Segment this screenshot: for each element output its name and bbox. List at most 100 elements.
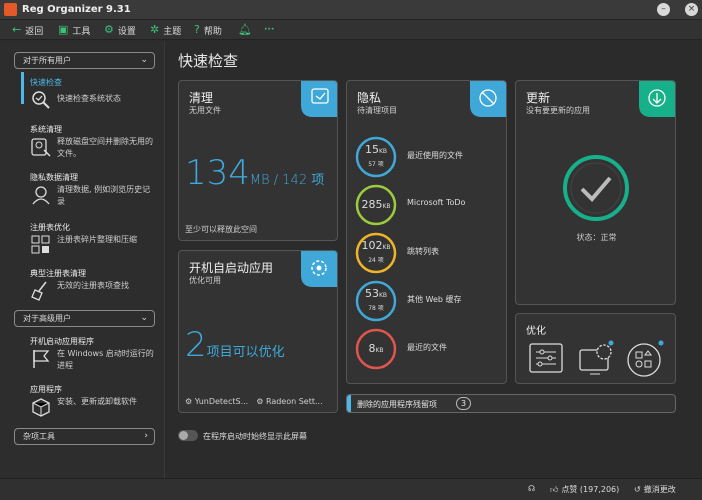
help-label: 帮助 [203, 26, 222, 37]
update-status: 状态：正常 [576, 233, 617, 242]
privacy-row-label: 跳转列表 [407, 247, 439, 256]
sidebar-item-desc: 快速检查系统状态 [57, 94, 121, 103]
apps-grid-icon[interactable] [624, 340, 664, 378]
support-button[interactable]: ☊ [528, 484, 535, 493]
sidebar-item-title: 快速检查 [30, 78, 62, 87]
title-bar: Reg Organizer 9.31 – × [0, 0, 702, 20]
section-all-users[interactable]: 对于所有用户 ⌄ [14, 52, 155, 69]
ring-count: 24 项 [368, 257, 384, 264]
theme-button[interactable]: ✲ 主题 [150, 23, 181, 37]
startup-value: 2项目可以优化 [185, 325, 285, 365]
privacy-row[interactable]: 8KB 最近的文件 [355, 328, 505, 370]
clean-value-unit: MB / 142 项 [249, 173, 325, 188]
privacy-row[interactable]: 102KB 24 项 跳转列表 [355, 232, 505, 274]
privacy-row[interactable]: 15KB 57 项 最近使用的文件 [355, 136, 505, 178]
ring-count: 57 项 [368, 161, 384, 168]
startup-subtitle: 优化可用 [189, 276, 221, 285]
ring-value: 285KB [361, 198, 391, 211]
status-bar: ☊ 👍︎ 点赞 (197,206) ↺ 撤消更改 [0, 478, 702, 500]
package-box-icon [32, 398, 50, 417]
gear-icon: ⚙ [104, 23, 114, 36]
update-download-icon [639, 81, 675, 117]
privacy-row-label: Microsoft ToDo [407, 198, 466, 207]
section-misc[interactable]: 杂项工具 › [14, 428, 155, 445]
update-subtitle: 没有要更新的应用 [526, 106, 590, 115]
clean-title: 清理 [189, 91, 214, 105]
startup-app[interactable]: ⚙ Radeon Sett... [256, 397, 322, 406]
section-all-users-label: 对于所有用户 [23, 56, 71, 65]
magnifier-check-icon [32, 91, 50, 109]
notifications-button[interactable]: 🔔︎ [238, 23, 252, 37]
more-label: ··· [264, 25, 275, 35]
undo-changes-button[interactable]: ↺ 撤消更改 [634, 484, 676, 495]
startup-flag-icon [33, 350, 50, 368]
sidebar-item-system-clean[interactable]: 系统清理 释放磁盘空间并删除无用的文件。 [30, 124, 160, 160]
more-button[interactable]: ··· [264, 23, 274, 37]
section-misc-label: 杂项工具 [23, 432, 55, 441]
privacy-title: 隐私 [357, 91, 382, 105]
startup-title: 开机自启动应用 [189, 261, 274, 275]
back-button[interactable]: ← 返回 [12, 23, 43, 37]
update-card[interactable]: 更新 没有要更新的应用 状态：正常 [515, 80, 676, 305]
minimize-button[interactable]: – [657, 3, 670, 16]
clean-value-number: 134 [185, 153, 250, 193]
section-advanced-label: 对于高级用户 [23, 314, 71, 323]
clean-brush-icon [301, 81, 337, 117]
optimize-title: 优化 [526, 326, 546, 337]
ring-value: 15KB [364, 143, 388, 156]
like-button[interactable]: 👍︎ 点赞 (197,206) [550, 484, 619, 495]
theme-label: 主题 [163, 26, 182, 37]
show-on-startup-toggle[interactable] [178, 430, 198, 441]
tools-button[interactable]: ▣ 工具 [58, 23, 90, 37]
clean-value: 134MB / 142 项 [185, 153, 324, 193]
privacy-row[interactable]: 53KB 78 项 其他 Web 缓存 [355, 280, 505, 322]
startup-value-number: 2 [185, 325, 207, 365]
startup-app[interactable]: ⚙ YunDetectS... [185, 397, 248, 406]
chevron-right-icon: › [144, 431, 148, 441]
clean-subtitle: 无用文件 [189, 106, 221, 115]
sidebar-item-registry-optimize[interactable]: 注册表优化 注册表碎片整理和压缩 [30, 222, 160, 254]
sidebar-item-title: 系统清理 [30, 125, 62, 134]
settings-list-icon[interactable] [528, 342, 564, 376]
app-logo-icon [4, 3, 17, 16]
sidebar-item-title: 典型注册表清理 [30, 269, 86, 278]
chevron-down-icon: ⌄ [140, 313, 148, 323]
settings-button[interactable]: ⚙ 设置 [104, 23, 136, 37]
sidebar-item-desc: 清理数据, 例如浏览历史记录 [57, 185, 151, 206]
sidebar-item-title: 开机启动应用程序 [30, 337, 94, 346]
clean-card[interactable]: 清理 无用文件 134MB / 142 项 至少可以释放此空间 [178, 80, 338, 241]
sidebar-item-privacy[interactable]: 隐私数据清理 清理数据, 例如浏览历史记录 [30, 172, 160, 208]
thumbs-up-icon: 👍︎ [550, 484, 559, 494]
sidebar-item-desc: 在 Windows 启动时运行的进程 [57, 349, 154, 370]
privacy-card[interactable]: 隐私 待清理项目 15KB 57 项 最近使用的文件 285KB Microso… [346, 80, 507, 384]
startup-gears-icon [301, 251, 337, 287]
close-button[interactable]: × [685, 3, 698, 16]
privacy-mask-icon [32, 186, 50, 205]
sidebar-item-title: 隐私数据清理 [30, 173, 78, 182]
monitor-gear-icon[interactable] [578, 340, 616, 378]
help-button[interactable]: ? 帮助 [194, 23, 222, 37]
privacy-row-label: 最近的文件 [407, 343, 447, 352]
toolbox-icon: ▣ [58, 23, 69, 36]
section-advanced[interactable]: 对于高级用户 ⌄ [14, 310, 155, 327]
sidebar-item-registry-clean[interactable]: 典型注册表清理 无效的注册表项查找 [30, 268, 160, 301]
app-leftovers-button[interactable]: 删除的应用程序残留项 3 [346, 394, 676, 413]
optimize-card[interactable]: 优化 [515, 313, 676, 384]
undo-label: 撤消更改 [643, 485, 676, 494]
leftovers-label: 删除的应用程序残留项 [357, 400, 437, 409]
sidebar-item-startup-apps[interactable]: 开机启动应用程序 在 Windows 启动时运行的进程 [30, 336, 160, 372]
sidebar-item-title: 应用程序 [30, 385, 62, 394]
privacy-row-label: 最近使用的文件 [407, 151, 463, 160]
tools-label: 工具 [72, 26, 91, 37]
startup-card[interactable]: 开机自启动应用 优化可用 2项目可以优化 ⚙ YunDetectS... ⚙ R… [178, 250, 338, 413]
back-label: 返回 [25, 26, 44, 37]
sidebar-item-applications[interactable]: 应用程序 安装、更新或卸载软件 [30, 384, 160, 418]
privacy-row[interactable]: 285KB Microsoft ToDo [355, 184, 505, 226]
undo-icon: ↺ [634, 485, 641, 494]
toolbar: ← 返回 ▣ 工具 ⚙ 设置 ✲ 主题 ? 帮助 🔔︎ ··· [0, 20, 702, 40]
sidebar-item-quick-check[interactable]: 快速检查 快速检查系统状态 [30, 77, 160, 111]
leftovers-count-badge: 3 [456, 397, 471, 410]
question-icon: ? [194, 23, 200, 36]
sidebar-item-desc: 无效的注册表项查找 [57, 281, 129, 290]
accent-strip [347, 395, 351, 412]
